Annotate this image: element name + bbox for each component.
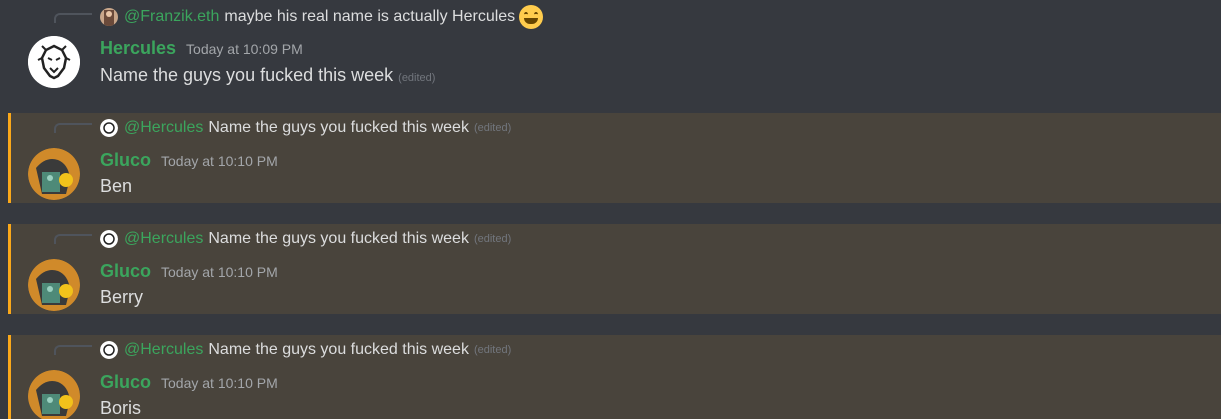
- reply-preview[interactable]: @Franzik.eth maybe his real name is actu…: [100, 5, 544, 29]
- reply-spine: [54, 234, 92, 244]
- timestamp: Today at 10:10 PM: [161, 153, 278, 169]
- timestamp: Today at 10:10 PM: [161, 375, 278, 391]
- timestamp: Today at 10:09 PM: [186, 41, 303, 57]
- username[interactable]: Gluco Today at 10:10 PM: [100, 261, 278, 282]
- username-text[interactable]: Gluco: [100, 372, 151, 392]
- message: @Franzik.eth maybe his real name is actu…: [0, 0, 1221, 104]
- message-highlighted: @Hercules Name the guys you fucked this …: [8, 224, 1221, 314]
- reply-edited-label: (edited): [473, 122, 512, 134]
- message-content: Ben: [100, 176, 133, 196]
- message-text: Name the guys you fucked this week: [100, 65, 394, 85]
- reply-edited-label: (edited): [473, 344, 512, 356]
- gluco-avatar[interactable]: [28, 370, 80, 419]
- reply-text: maybe his real name is actually Hercules: [224, 8, 516, 25]
- reply-spine: [54, 123, 92, 133]
- reply-spine: [54, 13, 92, 23]
- reply-mention[interactable]: @Hercules: [124, 341, 203, 359]
- hercules-avatar[interactable]: [28, 36, 80, 88]
- franzik-avatar-icon[interactable]: [100, 8, 118, 26]
- reply-preview[interactable]: @Hercules Name the guys you fucked this …: [100, 340, 511, 360]
- reply-preview[interactable]: @Hercules Name the guys you fucked this …: [100, 229, 511, 249]
- message-content: Boris: [100, 398, 142, 418]
- username[interactable]: Gluco Today at 10:10 PM: [100, 372, 278, 393]
- message-highlighted: @Hercules Name the guys you fucked this …: [8, 113, 1221, 203]
- edited-label: (edited): [398, 72, 436, 84]
- gluco-avatar[interactable]: [28, 259, 80, 311]
- reply-mention[interactable]: @Hercules: [124, 230, 203, 248]
- reply-text: Name the guys you fucked this week: [208, 230, 469, 247]
- message-highlighted: @Hercules Name the guys you fucked this …: [8, 335, 1221, 419]
- hercules-mini-avatar-icon[interactable]: [100, 341, 118, 359]
- username-text[interactable]: Hercules: [100, 38, 176, 58]
- username-text[interactable]: Gluco: [100, 261, 151, 281]
- username-text[interactable]: Gluco: [100, 150, 151, 170]
- timestamp: Today at 10:10 PM: [161, 264, 278, 280]
- reply-preview[interactable]: @Hercules Name the guys you fucked this …: [100, 118, 511, 138]
- reply-text: Name the guys you fucked this week: [208, 341, 469, 358]
- username[interactable]: Gluco Today at 10:10 PM: [100, 150, 278, 171]
- reply-text: Name the guys you fucked this week: [208, 119, 469, 136]
- reply-edited-label: (edited): [473, 233, 512, 245]
- gluco-avatar[interactable]: [28, 148, 80, 200]
- reply-mention[interactable]: @Hercules: [124, 119, 203, 137]
- reply-mention[interactable]: @Franzik.eth: [124, 8, 219, 26]
- username[interactable]: Hercules Today at 10:09 PM: [100, 38, 303, 59]
- message-content: Berry: [100, 287, 144, 307]
- hercules-mini-avatar-icon[interactable]: [100, 119, 118, 137]
- grinning-emoji-icon: [519, 5, 544, 29]
- hercules-mini-avatar-icon[interactable]: [100, 230, 118, 248]
- reply-spine: [54, 345, 92, 355]
- message-content: Name the guys you fucked this week (edite…: [100, 65, 435, 86]
